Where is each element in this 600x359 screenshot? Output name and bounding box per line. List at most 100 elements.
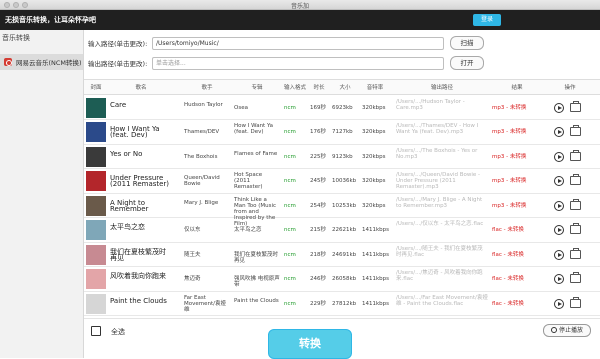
output-path: /Users/.../Hudson Taylor - Care.mp3 <box>396 98 465 111</box>
input-path-row: 输入路径(单击更改): /Users/tomiyo/Music/ <box>88 35 444 51</box>
table-row[interactable]: How I Want Ya (feat. Dev) Thames/DEV How I… <box>84 120 600 145</box>
folder-icon[interactable] <box>570 223 581 234</box>
song-album: How I Want Ya (feat. Dev) <box>234 123 273 136</box>
conversion-result: flac - 未转换 <box>492 276 524 283</box>
song-duration: 176秒 <box>310 129 326 136</box>
play-icon[interactable] <box>554 176 564 186</box>
album-cover <box>86 244 106 265</box>
sidebar-item-ncm[interactable]: 网易云音乐(NCM转换) <box>0 54 83 70</box>
stop-icon <box>550 327 557 333</box>
scan-button[interactable]: 扫描 <box>450 36 484 50</box>
play-icon[interactable] <box>554 151 564 162</box>
song-artist: Thames/DEV <box>184 129 220 136</box>
song-title: How I Want Ya (feat. Dev) <box>110 125 160 139</box>
song-title: A Night to Remember <box>110 198 149 213</box>
song-title: Under Pressure (2011 Remaster) <box>110 174 170 188</box>
header-cover: 封面 <box>90 85 102 91</box>
folder-icon[interactable] <box>570 149 581 161</box>
song-title: Yes or No <box>110 149 143 158</box>
table-row[interactable]: Yes or No The Boxhois Flames of Fame ncm 225… <box>84 145 600 169</box>
album-cover <box>86 195 106 216</box>
table-row[interactable]: 太平鸟之恋 仅以东 太平鸟之恋 ncm 215秒 22621kb 1411kbps/User… <box>84 218 600 243</box>
play-icon[interactable] <box>554 225 564 235</box>
conversion-result: mp3 - 未转换 <box>492 202 527 209</box>
song-bitrate: 320kbps <box>362 129 386 136</box>
song-duration: 169秒 <box>310 104 326 111</box>
song-album: Hot Space (2011 Remaster) <box>234 172 263 191</box>
album-cover <box>86 293 106 314</box>
song-bitrate: 320kbps <box>362 104 386 111</box>
table-row[interactable]: Care Hudson Taylor Osea ncm 169秒 6923kb 320kbp… <box>84 96 600 120</box>
table-row[interactable]: 风吹着我向你跑来 焦迈奇 强风吹拂 电视原声带 ncm 246秒 26058kb 1411k… <box>84 267 600 292</box>
song-title: 太平鸟之恋 <box>110 223 145 231</box>
song-bitrate: 320kbps <box>362 202 386 209</box>
login-button[interactable]: 登录 <box>473 14 501 26</box>
song-album: Osea <box>234 104 248 111</box>
header-actions: 操作 <box>564 85 576 91</box>
convert-button[interactable]: 转换 <box>268 329 352 359</box>
song-duration: 254秒 <box>310 202 326 209</box>
song-duration: 229秒 <box>310 300 326 307</box>
table-row[interactable]: Under Pressure (2011 Remaster) Queen/Davi… <box>84 169 600 194</box>
netease-music-icon <box>4 58 12 66</box>
play-icon[interactable] <box>554 102 564 113</box>
input-format: ncm <box>284 153 296 160</box>
input-format: ncm <box>284 251 296 258</box>
album-cover <box>86 171 106 191</box>
file-size: 10253kb <box>332 202 357 209</box>
play-icon[interactable] <box>554 249 564 260</box>
song-artist: 仅以东 <box>184 227 201 234</box>
album-cover <box>86 122 106 142</box>
play-icon[interactable] <box>554 274 564 284</box>
song-title: Paint the Clouds <box>110 296 167 305</box>
folder-icon[interactable] <box>570 174 581 185</box>
song-album: 我们在夏枝繁茂时再见 <box>234 251 279 264</box>
table-row[interactable]: A Night to Remember Mary J. Blige Think Li… <box>84 194 600 227</box>
title-bar: 音乐加 <box>0 0 600 10</box>
select-all-checkbox[interactable] <box>91 326 101 336</box>
input-path-field[interactable]: /Users/tomiyo/Music/ <box>152 36 444 50</box>
app-window: 音乐加 无损音乐转换，让耳朵怀孕吧 登录 音乐转换 网易云音乐(NCM转换) 输… <box>0 0 600 359</box>
input-format: ncm <box>284 276 296 283</box>
song-album: 强风吹拂 电视原声带 <box>234 276 280 289</box>
input-format: ncm <box>284 129 296 136</box>
file-size: 10036kb <box>332 178 357 185</box>
output-path: /Users/.../Mary J. Blige - A Night to Re… <box>396 196 483 209</box>
file-size: 22621kb <box>332 227 357 234</box>
folder-icon[interactable] <box>570 125 581 136</box>
album-cover <box>86 220 106 240</box>
folder-icon[interactable] <box>570 296 581 308</box>
album-cover <box>86 97 106 118</box>
conversion-result: mp3 - 未转换 <box>492 153 527 160</box>
song-album: 太平鸟之恋 <box>234 227 262 234</box>
folder-icon[interactable] <box>570 247 581 259</box>
file-size: 7127kb <box>332 129 353 136</box>
song-duration: 215秒 <box>310 227 326 234</box>
stop-playback-button[interactable]: 停止播放 <box>543 324 591 337</box>
header-duration: 时长 <box>313 85 325 91</box>
play-icon[interactable] <box>554 200 564 211</box>
output-path: /Users/.../随王夫 - 我们在夏枝繁茂时再见.flac <box>396 245 483 258</box>
play-icon[interactable] <box>554 298 564 309</box>
header-result: 结果 <box>511 85 523 91</box>
input-format: ncm <box>284 227 296 234</box>
file-size: 26058kb <box>332 276 357 283</box>
song-artist: 随王夫 <box>184 251 201 258</box>
output-path: /Users/.../Queen/David Bowie - Under Pre… <box>396 172 481 191</box>
output-path-field[interactable]: 单击选择... <box>152 56 444 70</box>
table-row[interactable]: Paint the Clouds Far East Movement/袁娅维 Pai… <box>84 292 600 316</box>
song-artist: Mary J. Blige <box>184 199 219 206</box>
song-album: Paint the Clouds <box>234 297 279 304</box>
song-bitrate: 1411kbps <box>362 276 390 283</box>
input-format: ncm <box>284 178 296 185</box>
output-path: /Users/.../仅以东 - 太平鸟之恋.flac <box>396 221 484 228</box>
song-bitrate: 1411kbps <box>362 227 390 234</box>
header-artist: 歌手 <box>201 85 213 91</box>
folder-icon[interactable] <box>570 272 581 283</box>
table-row[interactable]: 我们在夏枝繁茂时再见 随王夫 我们在夏枝繁茂时再见 ncm 218秒 24691kb 141… <box>84 243 600 267</box>
play-icon[interactable] <box>554 127 564 137</box>
folder-icon[interactable] <box>570 198 581 210</box>
sidebar-header: 音乐转换 <box>2 34 30 42</box>
open-button[interactable]: 打开 <box>450 56 484 70</box>
folder-icon[interactable] <box>570 100 581 112</box>
